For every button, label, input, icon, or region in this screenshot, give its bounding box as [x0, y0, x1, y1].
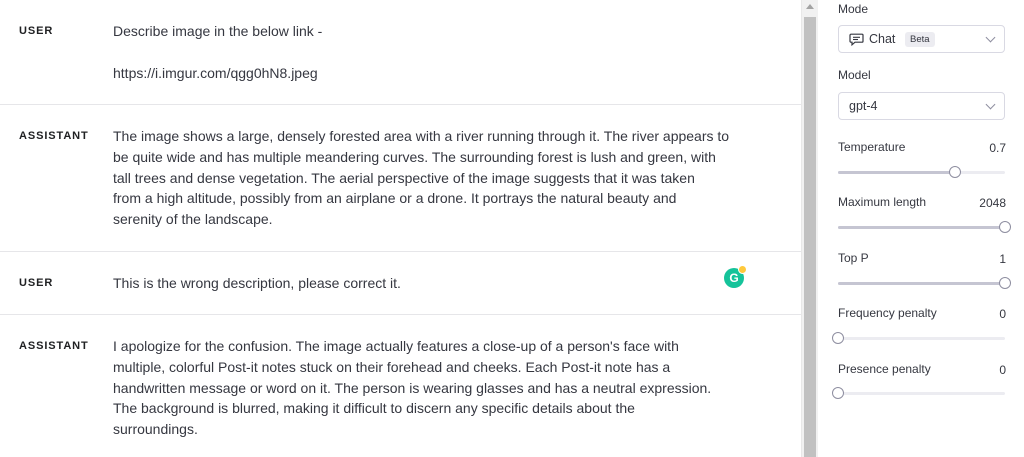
chevron-down-icon: [985, 32, 996, 43]
frequency-penalty-label: Frequency penalty: [838, 306, 937, 320]
slider-thumb[interactable]: [948, 166, 961, 178]
slider-track: [838, 337, 1005, 340]
message-line-blank: [113, 42, 753, 63]
frequency-penalty-value[interactable]: 0: [999, 307, 1006, 321]
model-value: gpt-4: [849, 99, 878, 113]
message-line: serenity of the landscape.: [113, 211, 273, 228]
presence-penalty-value[interactable]: 0: [999, 363, 1006, 377]
slider-thumb[interactable]: [999, 277, 1011, 289]
grammarly-icon[interactable]: G: [724, 265, 747, 288]
slider-fill: [838, 171, 955, 174]
frequency-penalty-slider[interactable]: [832, 332, 1005, 344]
message-content[interactable]: Describe image in the below link - https…: [113, 21, 753, 83]
message-role: ASSISTANT: [19, 340, 89, 352]
mode-label: Mode: [838, 2, 869, 16]
message-user-2[interactable]: USER This is the wrong description, plea…: [0, 252, 801, 315]
chevron-down-icon: [985, 99, 996, 110]
message-role: USER: [19, 277, 54, 289]
message-content[interactable]: This is the wrong description, please co…: [113, 273, 753, 294]
chat-pane: USER Describe image in the below link - …: [0, 0, 801, 457]
slider-thumb[interactable]: [832, 332, 844, 344]
mode-select[interactable]: Chat Beta: [838, 25, 1005, 53]
max-length-slider[interactable]: [838, 221, 1011, 233]
grammarly-letter: G: [729, 271, 739, 285]
message-line: The image shows a large, densely foreste…: [113, 128, 730, 144]
message-line: Describe image in the below link -: [113, 23, 323, 39]
scrollbar-thumb[interactable]: [804, 17, 816, 457]
slider-fill: [838, 282, 1005, 285]
temperature-label: Temperature: [838, 140, 906, 154]
message-line: The background is blurred, making it dif…: [113, 400, 635, 417]
top-p-slider[interactable]: [838, 277, 1011, 289]
message-line: handwritten message or word on it. The p…: [113, 379, 712, 396]
message-line: tall trees and dense vegetation. The aer…: [113, 169, 695, 186]
message-line: from a high altitude, possibly from an a…: [113, 190, 677, 207]
presence-penalty-slider[interactable]: [832, 387, 1005, 399]
settings-panel: Mode Chat Beta Model gpt-4 Temperature 0…: [818, 0, 1024, 457]
slider-thumb[interactable]: [832, 387, 844, 399]
message-content[interactable]: I apologize for the confusion. The image…: [113, 336, 753, 440]
chat-scrollbar[interactable]: [801, 0, 818, 457]
chat-bubble-icon: [849, 33, 864, 46]
message-line: This is the wrong description, please co…: [113, 275, 401, 291]
scroll-up-arrow-icon[interactable]: [806, 4, 814, 9]
message-assistant-2[interactable]: ASSISTANT I apologize for the confusion.…: [0, 315, 801, 457]
temperature-value[interactable]: 0.7: [989, 141, 1006, 155]
temperature-slider[interactable]: [838, 166, 1005, 178]
presence-penalty-label: Presence penalty: [838, 362, 931, 376]
message-content[interactable]: The image shows a large, densely foreste…: [113, 126, 753, 230]
mode-value: Chat: [869, 32, 896, 46]
beta-badge: Beta: [905, 32, 935, 47]
slider-track: [838, 392, 1005, 395]
slider-fill: [838, 226, 1005, 229]
message-line: be quite wide and has multiple meanderin…: [113, 148, 716, 165]
slider-thumb[interactable]: [999, 221, 1011, 233]
model-label: Model: [838, 68, 871, 82]
grammarly-spark-icon: [738, 265, 747, 274]
message-role: USER: [19, 25, 54, 37]
message-line: surroundings.: [113, 421, 198, 438]
message-user-1[interactable]: USER Describe image in the below link - …: [0, 0, 801, 105]
message-line: I apologize for the confusion. The image…: [113, 338, 679, 354]
top-p-label: Top P: [838, 251, 869, 265]
top-p-value[interactable]: 1: [999, 252, 1006, 266]
max-length-label: Maximum length: [838, 195, 927, 209]
message-assistant-1[interactable]: ASSISTANT The image shows a large, dense…: [0, 105, 801, 252]
message-line: https://i.imgur.com/qgg0hN8.jpeg: [113, 64, 318, 81]
message-role: ASSISTANT: [19, 130, 89, 142]
model-select[interactable]: gpt-4: [838, 92, 1005, 120]
max-length-value[interactable]: 2048: [979, 196, 1006, 210]
message-line: multiple, colorful Post-it notes stuck o…: [113, 358, 671, 375]
